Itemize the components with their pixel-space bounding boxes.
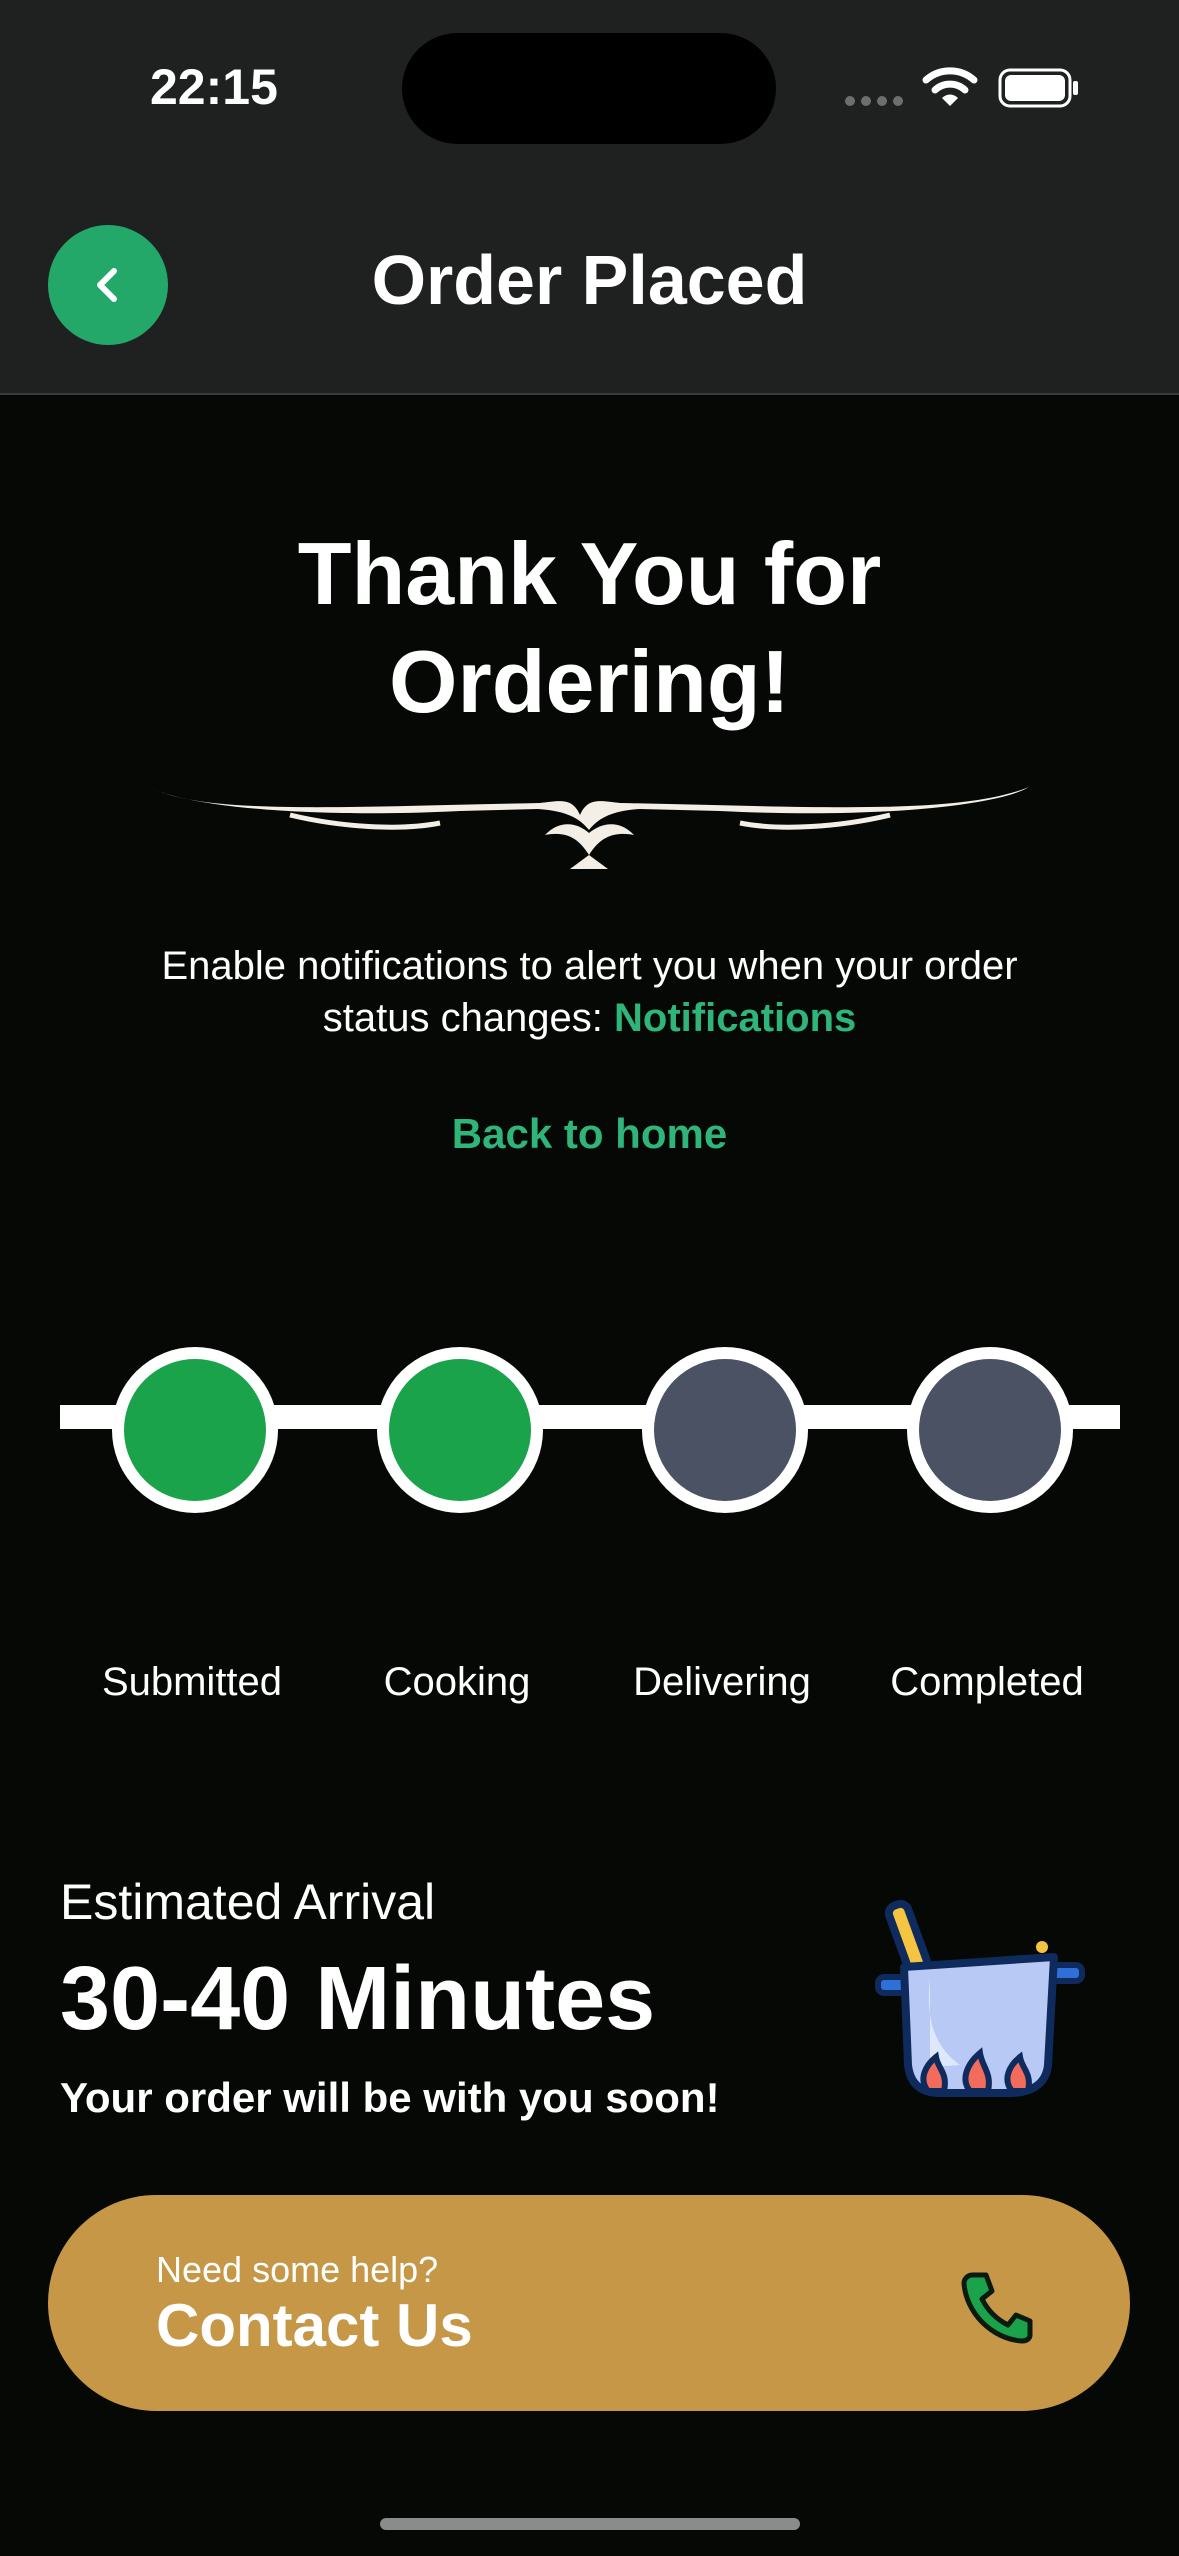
wifi-icon <box>922 67 978 106</box>
step-circle-cooking <box>377 1347 543 1513</box>
thank-you-heading: Thank You for Ordering! <box>0 520 1179 736</box>
contact-us-button[interactable]: Need some help? Contact Us <box>48 2195 1130 2411</box>
heading-line-2: Ordering! <box>389 632 790 731</box>
signal-icon <box>845 96 903 106</box>
ornament-divider <box>150 787 1029 869</box>
back-to-home-link[interactable]: Back to home <box>0 1110 1179 1158</box>
status-time: 22:15 <box>150 59 278 115</box>
step-label-delivering: Delivering <box>633 1660 811 1704</box>
step-label-completed: Completed <box>890 1660 1084 1704</box>
contact-us-label: Contact Us <box>156 2292 473 2359</box>
home-indicator[interactable] <box>380 2518 800 2530</box>
step-circle-submitted <box>112 1347 278 1513</box>
eta-label: Estimated Arrival <box>60 1874 436 1930</box>
eta-value: 30-40 Minutes <box>60 1949 656 2049</box>
app-header: 22:15 Order Placed <box>0 0 1179 395</box>
contact-help-text: Need some help? <box>156 2249 439 2290</box>
battery-icon <box>998 68 1078 108</box>
cooking-pot-icon <box>875 1899 1085 2097</box>
notification-prompt-text: Enable notifications to alert you when y… <box>161 944 1018 1040</box>
step-circle-completed <box>907 1347 1073 1513</box>
dynamic-island <box>402 33 776 144</box>
eta-subtitle: Your order will be with you soon! <box>60 2074 720 2121</box>
notification-prompt: Enable notifications to alert you when y… <box>150 940 1029 1044</box>
page-title: Order Placed <box>371 241 808 319</box>
step-label-cooking: Cooking <box>383 1660 531 1704</box>
notifications-link[interactable]: Notifications <box>614 996 856 1040</box>
heading-line-1: Thank You for <box>297 524 882 623</box>
step-label-submitted: Submitted <box>101 1660 283 1704</box>
step-circle-delivering <box>642 1347 808 1513</box>
phone-icon <box>961 2272 1033 2344</box>
